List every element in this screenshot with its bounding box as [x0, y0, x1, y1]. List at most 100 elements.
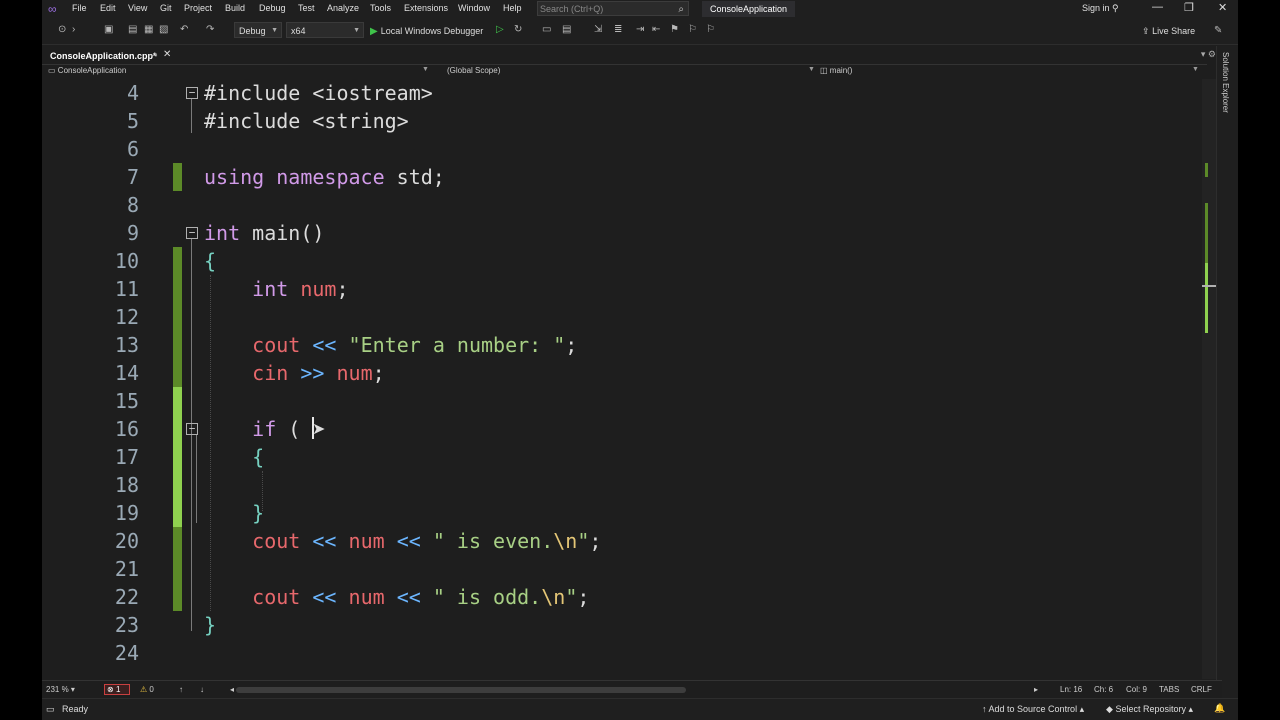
chevron-down-icon: ▼	[808, 66, 815, 73]
line-ending-status[interactable]: CRLF	[1191, 685, 1212, 694]
outdent-icon[interactable]: ⇤	[652, 24, 660, 35]
char-status[interactable]: Ch: 6	[1094, 685, 1113, 694]
menu-window[interactable]: Window	[458, 3, 490, 13]
solution-explorer-panel[interactable]: Solution Explorer	[1216, 46, 1238, 700]
collapse-icon[interactable]: −	[186, 423, 198, 435]
previous-issue-icon[interactable]: ↑	[179, 685, 183, 694]
next-issue-icon[interactable]: ↓	[200, 685, 204, 694]
step-icon[interactable]: ⇲	[594, 24, 602, 35]
code-line[interactable]: 22 cout << num << " is odd.\n";	[42, 583, 1202, 611]
code-line[interactable]: 7 using namespace std;	[42, 163, 1202, 191]
hot-reload-icon[interactable]: ↻	[514, 24, 522, 35]
code-line[interactable]: 10 {	[42, 247, 1202, 275]
save-all-icon[interactable]: ▧	[159, 24, 168, 35]
project-dropdown[interactable]: ▭ ConsoleApplication	[48, 66, 126, 75]
menu-view[interactable]: View	[128, 3, 147, 13]
menu-git[interactable]: Git	[160, 3, 172, 13]
code-line[interactable]: 14 cin >> num;	[42, 359, 1202, 387]
code-line[interactable]: 4 #include <iostream>	[42, 79, 1202, 107]
start-without-debugging-icon[interactable]: ▷	[496, 24, 504, 35]
error-count-badge[interactable]: ⊗ 1	[104, 684, 130, 695]
code-line[interactable]: 16 if (	[42, 415, 1202, 443]
bookmark-prev-icon[interactable]: ⚐	[688, 24, 697, 35]
column-status[interactable]: Col: 9	[1126, 685, 1147, 694]
new-project-icon[interactable]: ▣	[104, 24, 113, 35]
menu-project[interactable]: Project	[184, 3, 212, 13]
back-icon[interactable]: ⊙	[58, 24, 66, 35]
warning-count[interactable]: ⚠ 0	[140, 685, 154, 694]
vertical-scrollbar[interactable]	[1202, 79, 1216, 679]
code-line[interactable]: 19 }	[42, 499, 1202, 527]
redo-icon[interactable]: ↷	[206, 24, 214, 35]
collapse-icon[interactable]: −	[186, 87, 198, 99]
code-line[interactable]: 18	[42, 471, 1202, 499]
select-repository-button[interactable]: ◆ Select Repository ▴	[1106, 704, 1193, 715]
open-icon[interactable]: ▤	[128, 24, 137, 35]
indent-guide	[210, 275, 211, 611]
save-icon[interactable]: ▦	[144, 24, 153, 35]
menu-debug[interactable]: Debug	[259, 3, 286, 13]
menu-file[interactable]: File	[72, 3, 87, 13]
output-icon[interactable]: ▭	[46, 704, 55, 715]
code-editor[interactable]: 24 23} 22 cout << num << " is odd.\n"; 21 20…	[42, 79, 1202, 679]
code-line[interactable]: 20 cout << num << " is even.\n";	[42, 527, 1202, 555]
line-number-status[interactable]: Ln: 16	[1060, 685, 1082, 694]
code-line[interactable]: 6	[42, 135, 1202, 163]
code-token: <<	[312, 585, 337, 609]
code-token: num	[300, 277, 337, 301]
layout-icon[interactable]: ▤	[562, 24, 571, 35]
close-window-icon[interactable]: ✕	[1218, 1, 1227, 14]
menu-analyze[interactable]: Analyze	[327, 3, 359, 13]
bookmark-next-icon[interactable]: ⚐	[706, 24, 715, 35]
collapse-icon[interactable]: −	[186, 227, 198, 239]
add-to-source-control-button[interactable]: ↑ Add to Source Control ▴	[982, 704, 1084, 715]
tabs-status[interactable]: TABS	[1159, 685, 1179, 694]
code-line[interactable]: 23}	[42, 611, 1202, 639]
code-line[interactable]: 11 int num;	[42, 275, 1202, 303]
forward-icon[interactable]: ›	[72, 24, 75, 35]
start-debugging-button[interactable]: ▶ Local Windows Debugger	[370, 23, 483, 39]
undo-icon[interactable]: ↶	[180, 24, 188, 35]
notifications-icon[interactable]: 🔔	[1214, 703, 1225, 714]
member-dropdown[interactable]: ◫ main()	[820, 66, 852, 75]
indent-icon[interactable]: ⇥	[636, 24, 644, 35]
warning-value: 0	[149, 685, 154, 694]
menu-build[interactable]: Build	[225, 3, 245, 13]
code-line[interactable]: 24	[42, 639, 1202, 667]
code-line[interactable]: 8	[42, 191, 1202, 219]
scroll-right-icon[interactable]: ▸	[1034, 685, 1038, 694]
tab-overflow-icon[interactable]: ▾ ⚙	[1201, 49, 1216, 60]
platform-select[interactable]: x64 ▼	[286, 22, 364, 38]
code-line[interactable]: 9 int main()	[42, 219, 1202, 247]
horizontal-scrollbar-thumb[interactable]	[236, 687, 686, 693]
close-icon[interactable]: ✕	[163, 49, 171, 60]
sign-in-link[interactable]: Sign in ⚲	[1082, 3, 1119, 14]
code-token: {	[204, 249, 217, 273]
feedback-icon[interactable]: ✎	[1214, 25, 1222, 36]
menu-edit[interactable]: Edit	[100, 3, 116, 13]
browse-icon[interactable]: ▭	[542, 24, 551, 35]
scope-dropdown[interactable]: (Global Scope)	[447, 66, 500, 75]
minimize-icon[interactable]: —	[1152, 1, 1163, 13]
bookmark-icon[interactable]: ⚑	[670, 24, 679, 35]
menu-test[interactable]: Test	[298, 3, 315, 13]
align-icon[interactable]: ≣	[614, 24, 622, 35]
search-input[interactable]: Search (Ctrl+Q) ⌕	[537, 1, 689, 16]
pin-icon[interactable]: ⊸	[150, 50, 158, 61]
menu-help[interactable]: Help	[503, 3, 522, 13]
code-line[interactable]: 12	[42, 303, 1202, 331]
live-share-button[interactable]: ⇪ Live Share	[1142, 26, 1195, 37]
search-placeholder: Search (Ctrl+Q)	[540, 4, 604, 14]
code-line[interactable]: 21	[42, 555, 1202, 583]
code-line[interactable]: 15	[42, 387, 1202, 415]
configuration-select[interactable]: Debug ▼	[234, 22, 282, 38]
menu-tools[interactable]: Tools	[370, 3, 391, 13]
zoom-level[interactable]: 231 % ▾	[46, 685, 75, 694]
code-line[interactable]: 17 {	[42, 443, 1202, 471]
code-line[interactable]: 5 #include <string>	[42, 107, 1202, 135]
restore-icon[interactable]: ❐	[1184, 1, 1194, 14]
scroll-left-icon[interactable]: ◂	[230, 685, 234, 694]
menu-extensions[interactable]: Extensions	[404, 3, 448, 13]
code-line[interactable]: 13 cout << "Enter a number: ";	[42, 331, 1202, 359]
